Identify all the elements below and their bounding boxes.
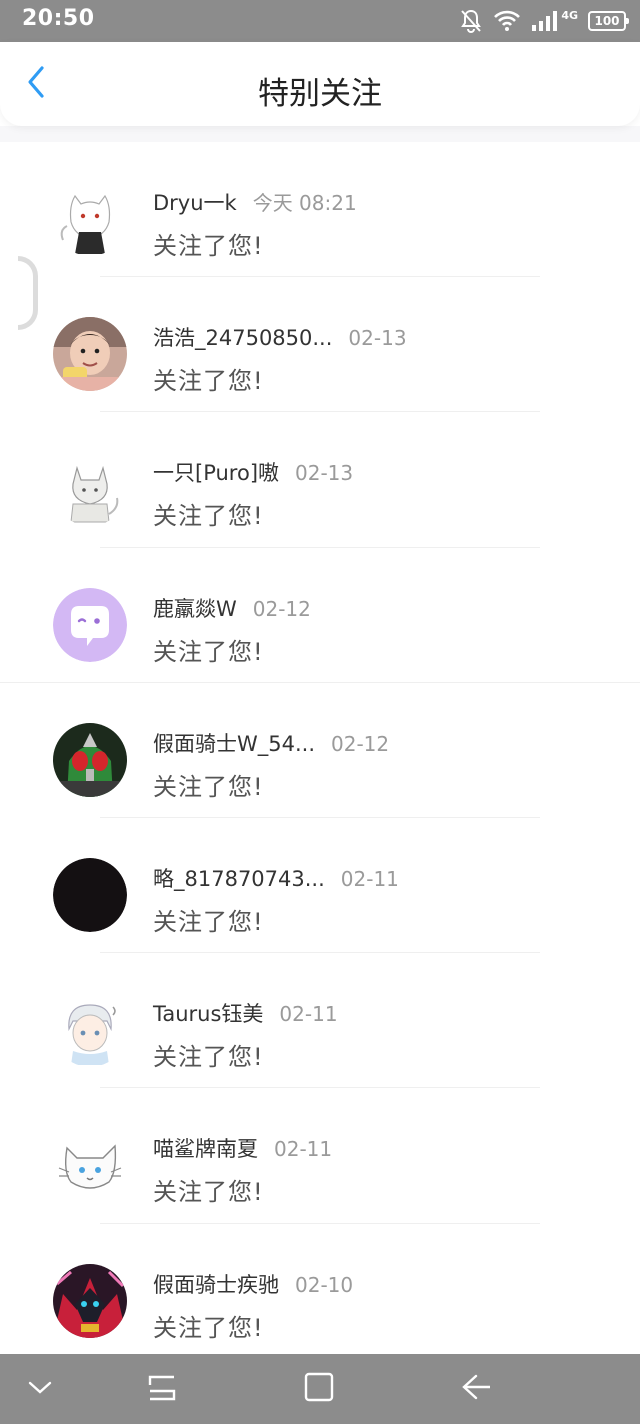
user-name[interactable]: 略_817870743...	[153, 867, 325, 891]
network-type: 4G	[561, 8, 578, 22]
item-message: 关注了您!	[153, 1313, 264, 1342]
item-time: 今天 08:21	[252, 191, 357, 215]
item-time: 02-13	[348, 326, 407, 351]
name-line: Taurus钰美 02-11	[153, 998, 338, 1028]
edge-panel-handle[interactable]	[18, 256, 38, 330]
item-message: 关注了您!	[153, 502, 264, 531]
recent-apps-button[interactable]	[142, 1369, 182, 1409]
avatar[interactable]	[53, 317, 127, 392]
user-name[interactable]: 喵鲨牌南夏	[153, 1137, 258, 1161]
name-line: 一只[Puro]嗷 02-13	[153, 457, 353, 487]
avatar[interactable]	[53, 722, 127, 797]
status-icons: 4G 100	[459, 6, 629, 36]
item-message: 关注了您!	[153, 232, 264, 260]
name-line: 喵鲨牌南夏 02-11	[153, 1133, 332, 1163]
hide-nav-button[interactable]	[20, 1369, 60, 1409]
home-button[interactable]	[299, 1369, 339, 1409]
user-name[interactable]: 一只[Puro]嗷	[153, 461, 279, 485]
list-item[interactable]: 鹿羸燚W 02-12 关注了您!	[0, 548, 640, 683]
wifi-icon	[493, 10, 521, 32]
avatar[interactable]	[53, 993, 127, 1068]
item-message: 关注了您!	[153, 1043, 264, 1072]
list-item[interactable]: 浩浩_24750850... 02-13 关注了您!	[0, 277, 640, 413]
navigation-bar	[0, 1354, 640, 1424]
list-item[interactable]: 略_817870743... 02-11 关注了您!	[0, 818, 640, 954]
item-time: 02-12	[331, 731, 390, 756]
user-name[interactable]: 浩浩_24750850...	[153, 326, 332, 350]
battery-icon: 100	[588, 11, 629, 31]
list-item[interactable]: Dryu一k 今天 08:21 关注了您!	[0, 142, 640, 278]
item-message: 关注了您!	[153, 637, 264, 666]
avatar[interactable]	[53, 1128, 127, 1203]
item-time: 02-12	[252, 596, 311, 621]
avatar[interactable]	[53, 857, 127, 932]
item-message: 关注了您!	[153, 907, 264, 936]
item-message: 关注了您!	[153, 1178, 264, 1207]
user-name[interactable]: 假面骑士疾驰	[153, 1273, 279, 1297]
name-line: 鹿羸燚W 02-12	[153, 593, 311, 623]
name-line: 略_817870743... 02-11	[153, 863, 399, 893]
name-line: 浩浩_24750850... 02-13	[153, 322, 407, 352]
item-time: 02-13	[295, 461, 354, 486]
back-arrow-icon	[460, 1372, 492, 1406]
avatar[interactable]	[53, 452, 127, 527]
page-title: 特别关注	[258, 76, 382, 112]
signal-icon	[531, 10, 559, 32]
back-nav-button[interactable]	[456, 1369, 496, 1409]
item-message: 关注了您!	[153, 772, 264, 801]
list-item[interactable]: Taurus钰美 02-11 关注了您!	[0, 953, 640, 1089]
list-item[interactable]: 一只[Puro]嗷 02-13 关注了您!	[0, 412, 640, 548]
list-item[interactable]: 假面骑士疾驰 02-10 关注了您!	[0, 1224, 640, 1355]
list-item[interactable]: 假面骑士W_54... 02-12 关注了您!	[0, 683, 640, 818]
user-name[interactable]: Taurus钰美	[153, 1002, 263, 1026]
avatar[interactable]	[53, 587, 127, 662]
user-name[interactable]: 鹿羸燚W	[153, 597, 237, 621]
name-line: Dryu一k 今天 08:21	[153, 187, 357, 217]
name-line: 假面骑士W_54... 02-12	[153, 728, 389, 758]
recent-apps-icon	[146, 1371, 178, 1407]
bell-off-icon	[459, 8, 483, 34]
chevron-down-icon	[28, 1380, 52, 1399]
avatar[interactable]	[53, 182, 127, 256]
status-bar: 20:50 4G 100	[0, 0, 640, 42]
name-line: 假面骑士疾驰 02-10	[153, 1269, 353, 1299]
header: 特别关注	[0, 42, 640, 126]
follow-list: Dryu一k 今天 08:21 关注了您! 浩浩_24750850... 02-13…	[0, 142, 640, 1354]
list-item[interactable]: 喵鲨牌南夏 02-11 关注了您!	[0, 1088, 640, 1224]
item-time: 02-11	[340, 866, 399, 891]
item-time: 02-11	[274, 1137, 333, 1162]
item-message: 关注了您!	[153, 367, 264, 396]
item-time: 02-10	[295, 1272, 354, 1297]
user-name[interactable]: Dryu一k	[153, 191, 237, 215]
item-time: 02-11	[279, 1002, 338, 1027]
home-icon	[303, 1371, 335, 1407]
user-name[interactable]: 假面骑士W_54...	[153, 732, 315, 756]
header-separator	[0, 126, 640, 142]
avatar[interactable]	[53, 1263, 127, 1338]
status-time: 20:50	[22, 6, 95, 31]
